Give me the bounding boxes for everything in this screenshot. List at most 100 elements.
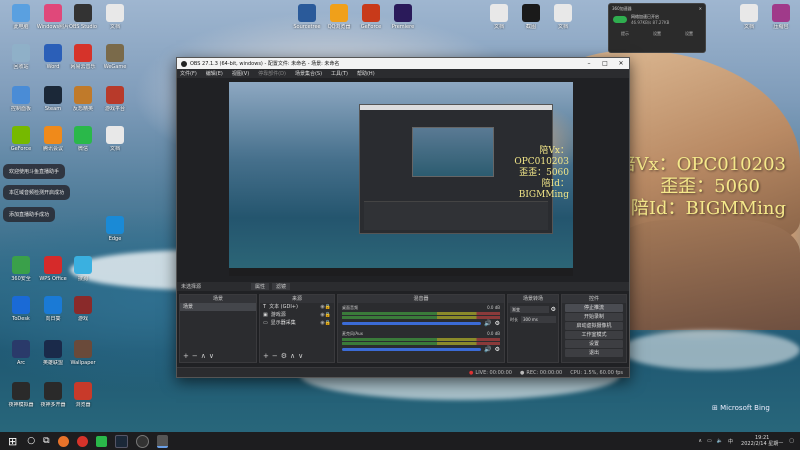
notif-action[interactable]: 设置 [685, 31, 693, 37]
gear-icon[interactable]: ⚙ [551, 306, 556, 313]
eye-lock-icon[interactable]: ◉🔒 [320, 319, 331, 327]
notification-icon[interactable]: ▢ [789, 438, 794, 444]
maximize-icon[interactable]: □ [597, 60, 613, 67]
close-icon[interactable]: ✕ [699, 6, 702, 12]
desktop-icon[interactable]: Arc [4, 340, 38, 366]
desktop-icon[interactable]: 向日葵 [36, 296, 70, 322]
menu-view[interactable]: 视图(V) [232, 70, 249, 77]
add-icon[interactable]: + [183, 352, 192, 360]
desktop-icon[interactable]: 文档 [98, 4, 132, 30]
volume-slider[interactable] [342, 322, 482, 325]
desktop-icon[interactable]: 压缩包 [764, 4, 798, 30]
desktop-icon[interactable]: 腾讯会议 [36, 126, 70, 152]
desktop-icon[interactable]: 搜狗 [66, 256, 100, 282]
accelerator-notification[interactable]: 360加速器 ✕ 网络加速已开启 46.97KB/s 87.27KB 提示 设置… [608, 3, 706, 53]
desktop-icon[interactable]: Premiere [386, 4, 420, 30]
source-item[interactable]: ▣ 游戏源 ◉🔒 [260, 311, 334, 319]
desktop-icon[interactable]: 夜神多开器 [36, 382, 70, 408]
desktop-icon[interactable]: 此电脑 [4, 4, 38, 30]
start-icon[interactable]: ⊞ [8, 435, 17, 448]
desktop-icon[interactable]: 网易云音乐 [66, 44, 100, 70]
desktop-icon[interactable]: 360安全 [4, 256, 38, 282]
ime-indicator[interactable]: 中 [728, 438, 733, 445]
toggle-icon[interactable] [613, 16, 627, 23]
desktop-icon[interactable]: 文档 [546, 4, 580, 30]
filters-button[interactable]: 滤镜 [272, 283, 291, 290]
music-icon[interactable] [76, 435, 88, 447]
obs-preview[interactable]: 陪Vx：OPC010203 歪歪：5060 陪Id：BIGMMing [229, 82, 573, 276]
menu-help[interactable]: 帮助(H) [357, 70, 375, 77]
add-icon[interactable]: + [263, 352, 272, 360]
menu-docks[interactable]: 停靠部件(D) [258, 70, 286, 77]
exit-button[interactable]: 退出 [565, 349, 623, 357]
settings-button[interactable]: 设置 [565, 340, 623, 348]
obs-icon[interactable] [135, 434, 149, 448]
chevron-up-icon[interactable]: ∧ [201, 352, 209, 360]
desktop-icon[interactable]: Sourcetree [290, 4, 324, 30]
volume-icon[interactable]: 🔈 [717, 438, 723, 444]
transition-select[interactable]: 渐变 [510, 306, 549, 313]
desktop-icon[interactable]: 夜神模拟器 [4, 382, 38, 408]
network-icon[interactable]: ▭ [707, 438, 712, 444]
desktop-icon[interactable]: OBS Studio [66, 4, 100, 30]
app-icon[interactable] [156, 434, 168, 448]
remove-icon[interactable]: − [272, 352, 281, 360]
duration-input[interactable]: 300 ms [521, 316, 556, 323]
desktop-icon[interactable]: Edge [98, 216, 132, 242]
taskview-icon[interactable]: ⧉ [43, 436, 49, 446]
steam-icon[interactable] [114, 434, 128, 448]
notif-action[interactable]: 提示 [621, 31, 629, 37]
minimize-icon[interactable]: – [581, 60, 597, 67]
chat-bubble[interactable]: 添加直播助手成功 [3, 207, 56, 222]
desktop-icon[interactable]: WPS Office [36, 256, 70, 282]
start-recording-button[interactable]: 开始录制 [565, 313, 623, 321]
source-item[interactable]: ▭ 显示器采集 ◉🔒 [260, 319, 334, 327]
desktop-icon[interactable]: 英雄联盟 [36, 340, 70, 366]
desktop-icon[interactable]: ToDesk [4, 296, 38, 322]
menu-scene-collection[interactable]: 场景集合(S) [295, 70, 322, 77]
desktop-icon[interactable]: QQ浏览器 [322, 4, 356, 30]
desktop-icon[interactable]: WeGame [98, 44, 132, 70]
remove-icon[interactable]: − [192, 352, 201, 360]
volume-slider[interactable] [342, 348, 482, 351]
gear-icon[interactable]: ⚙ [281, 352, 290, 360]
desktop-icon[interactable]: 回收站 [4, 44, 38, 70]
obs-titlebar[interactable]: OBS 27.1.3 (64-bit, windows) - 配置文件: 未命名… [177, 58, 629, 69]
desktop-icon[interactable]: GeForce [4, 126, 38, 152]
desktop-icon[interactable]: Steam [36, 86, 70, 112]
eye-lock-icon[interactable]: ◉🔒 [320, 303, 331, 311]
chevron-up-icon[interactable]: ∧ [698, 438, 702, 444]
chevron-down-icon[interactable]: ∨ [209, 352, 217, 360]
chat-bubble[interactable]: 欢迎使用斗鱼直播助手 [3, 164, 66, 179]
notif-action[interactable]: 设置 [653, 31, 661, 37]
desktop-icon[interactable]: 浏览器 [66, 382, 100, 408]
desktop-icon[interactable]: 文档 [732, 4, 766, 30]
scene-item[interactable]: 场景 [180, 303, 256, 311]
desktop-icon[interactable]: 游戏 [66, 296, 100, 322]
desktop-icon[interactable]: 文档 [482, 4, 516, 30]
desktop-icon[interactable]: Word [36, 44, 70, 70]
chat-bubble[interactable]: 本区域音频检测开启成功 [3, 185, 71, 200]
eye-lock-icon[interactable]: ◉🔒 [320, 311, 331, 319]
gear-icon[interactable]: ⚙ [495, 346, 500, 353]
desktop-icon[interactable]: 微信 [66, 126, 100, 152]
close-icon[interactable]: ✕ [613, 60, 629, 67]
stop-streaming-button[interactable]: 停止推流 [565, 304, 623, 312]
gear-icon[interactable]: ⚙ [495, 320, 500, 327]
desktop-icon[interactable]: 文档 [98, 126, 132, 152]
search-icon[interactable]: ○ [27, 436, 35, 446]
wechat-icon[interactable] [95, 435, 107, 447]
chevron-down-icon[interactable]: ∨ [298, 352, 306, 360]
desktop-icon[interactable]: 游戏平台 [98, 86, 132, 112]
desktop-icon[interactable]: Windows照片 [36, 4, 70, 30]
desktop-icon[interactable]: GeForce [354, 4, 388, 30]
menu-tools[interactable]: 工具(T) [331, 70, 348, 77]
start-virtual-camera-button[interactable]: 启动虚拟摄像机 [565, 322, 623, 330]
source-item[interactable]: T 文本 (GDI+) ◉🔒 [260, 303, 334, 311]
desktop-icon[interactable]: 控制面板 [4, 86, 38, 112]
browser-icon[interactable] [57, 435, 69, 447]
menu-file[interactable]: 文件(F) [180, 70, 197, 77]
properties-button[interactable]: 属性 [251, 283, 270, 290]
speaker-icon[interactable]: 🔊 [484, 320, 491, 327]
chevron-up-icon[interactable]: ∧ [290, 352, 298, 360]
